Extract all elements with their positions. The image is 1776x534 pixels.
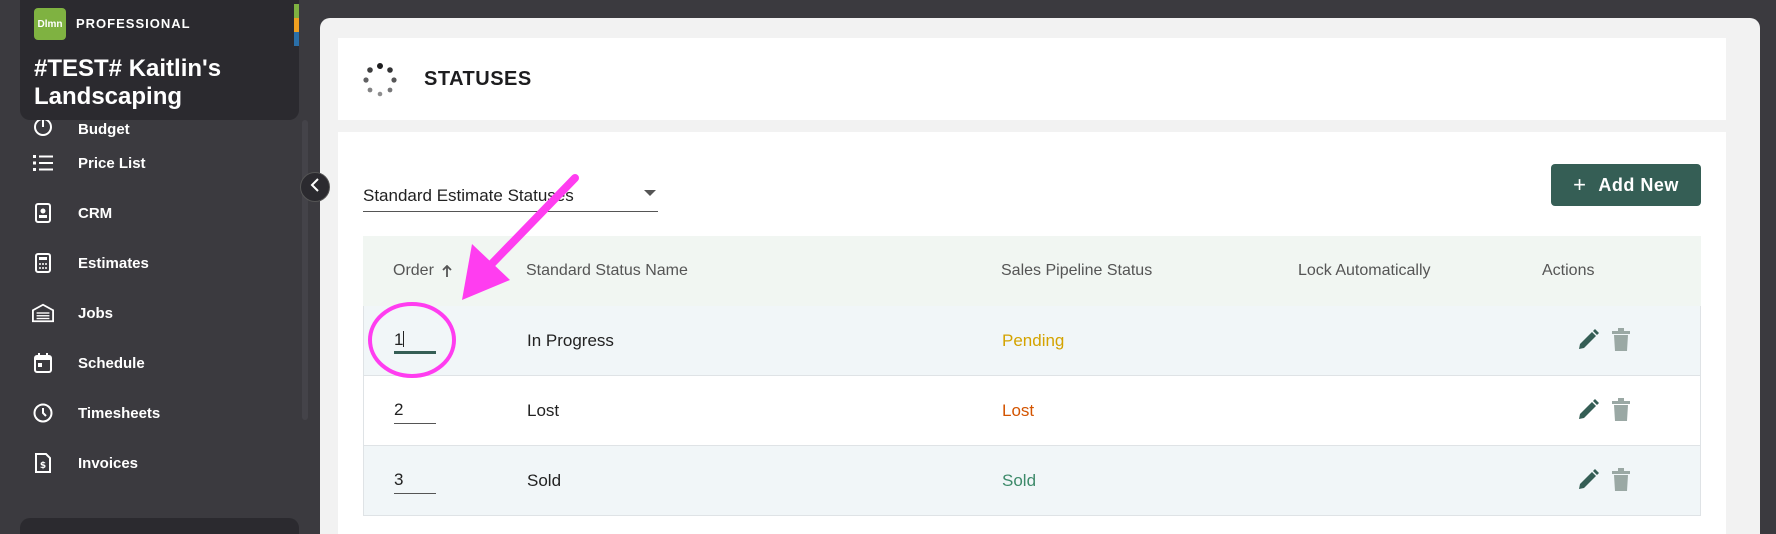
order-input-value: 1 — [394, 330, 404, 349]
sidebar-item-label: Schedule — [78, 354, 145, 372]
svg-text:$: $ — [40, 461, 46, 471]
page-header: STATUSES — [338, 38, 1726, 120]
caret-down-icon — [644, 190, 656, 196]
order-input[interactable]: 3 — [394, 468, 436, 494]
add-new-button[interactable]: + Add New — [1551, 164, 1701, 206]
status-name: Lost — [527, 401, 560, 420]
brand-stripes — [294, 4, 299, 46]
status-type-select-value: Standard Estimate Statuses — [363, 186, 574, 205]
list-icon — [32, 152, 54, 174]
status-name: In Progress — [527, 331, 614, 350]
pencil-icon — [1576, 399, 1600, 426]
edit-button[interactable] — [1576, 328, 1602, 354]
sidebar-item-label: Budget — [78, 121, 130, 138]
sidebar-item-label: Price List — [78, 154, 146, 172]
sidebar-nav: Budget Price List CRM Estimates Jobs Sch… — [0, 112, 306, 488]
order-input[interactable]: 2 — [394, 398, 436, 424]
delete-button[interactable] — [1610, 398, 1636, 424]
sidebar-item-label: Jobs — [78, 304, 114, 322]
clock-icon — [32, 402, 54, 424]
sidebar-item-timesheets[interactable]: Timesheets — [0, 388, 306, 438]
brand-logo: Dlmn — [34, 8, 66, 40]
trash-icon — [1610, 328, 1632, 356]
page-title: STATUSES — [424, 68, 532, 90]
add-new-label: Add New — [1598, 174, 1679, 195]
main-panel: STATUSES Standard Estimate Statuses + Ad… — [320, 18, 1760, 534]
contact-card-icon — [32, 202, 54, 224]
arrow-up-icon — [442, 265, 452, 277]
trash-icon — [1610, 468, 1632, 496]
order-input[interactable]: 1 — [394, 328, 436, 354]
calculator-icon — [32, 252, 54, 274]
sidebar-item-label: CRM — [78, 204, 113, 222]
column-header-lock[interactable]: Lock Automatically — [1298, 262, 1431, 280]
plus-icon: + — [1573, 172, 1587, 197]
loading-spinner-icon — [363, 63, 397, 97]
status-name: Sold — [527, 471, 562, 490]
column-header-order[interactable]: Order — [393, 262, 452, 280]
brand-card: Dlmn PROFESSIONAL #TEST# Kaitlin's Lands… — [20, 0, 299, 120]
table-row: 3 Sold Sold — [363, 446, 1701, 516]
sidebar-item-price-list[interactable]: Price List — [0, 138, 306, 188]
column-header-label: Order — [393, 262, 434, 279]
delete-button[interactable] — [1610, 328, 1636, 354]
invoice-icon: $ — [32, 452, 54, 474]
collapse-sidebar-button[interactable] — [300, 172, 330, 202]
sidebar-item-invoices[interactable]: $ Invoices — [0, 438, 306, 488]
sidebar-item-jobs[interactable]: Jobs — [0, 288, 306, 338]
sidebar-item-schedule[interactable]: Schedule — [0, 338, 306, 388]
sidebar-scrollbar[interactable] — [302, 120, 308, 420]
calendar-icon — [32, 352, 54, 374]
column-header-actions: Actions — [1542, 262, 1595, 279]
statuses-card: Standard Estimate Statuses + Add New Ord… — [338, 132, 1726, 534]
sidebar-footer-card — [20, 518, 299, 534]
status-type-select[interactable]: Standard Estimate Statuses — [363, 178, 658, 212]
column-header-name[interactable]: Standard Status Name — [526, 262, 688, 280]
pipeline-status: Lost — [1002, 401, 1035, 420]
trash-icon — [1610, 398, 1632, 426]
sidebar-item-label: Invoices — [78, 454, 139, 472]
table-row: 1 In Progress Pending — [363, 306, 1701, 376]
pencil-icon — [1576, 469, 1600, 496]
delete-button[interactable] — [1610, 468, 1636, 494]
pipeline-status: Sold — [1002, 471, 1037, 490]
sidebar-item-label: Timesheets — [78, 404, 161, 422]
sidebar-item-estimates[interactable]: Estimates — [0, 238, 306, 288]
statuses-table: Order Standard Status Name Sales Pipelin… — [363, 236, 1701, 516]
pencil-icon — [1576, 329, 1600, 356]
pipeline-status: Pending — [1002, 331, 1065, 350]
table-header: Order Standard Status Name Sales Pipelin… — [363, 236, 1701, 306]
warehouse-icon — [32, 302, 54, 324]
sidebar-item-label: Estimates — [78, 254, 149, 272]
sidebar-item-crm[interactable]: CRM — [0, 188, 306, 238]
column-header-pipeline[interactable]: Sales Pipeline Status — [1001, 262, 1152, 280]
edit-button[interactable] — [1576, 398, 1602, 424]
plan-tier-label: PROFESSIONAL — [76, 16, 191, 31]
table-row: 2 Lost Lost — [363, 376, 1701, 446]
text-cursor — [403, 331, 405, 347]
sidebar: Dlmn PROFESSIONAL #TEST# Kaitlin's Lands… — [0, 0, 310, 534]
company-name[interactable]: #TEST# Kaitlin's Landscaping — [34, 55, 284, 111]
chevron-left-icon — [309, 177, 321, 197]
edit-button[interactable] — [1576, 468, 1602, 494]
